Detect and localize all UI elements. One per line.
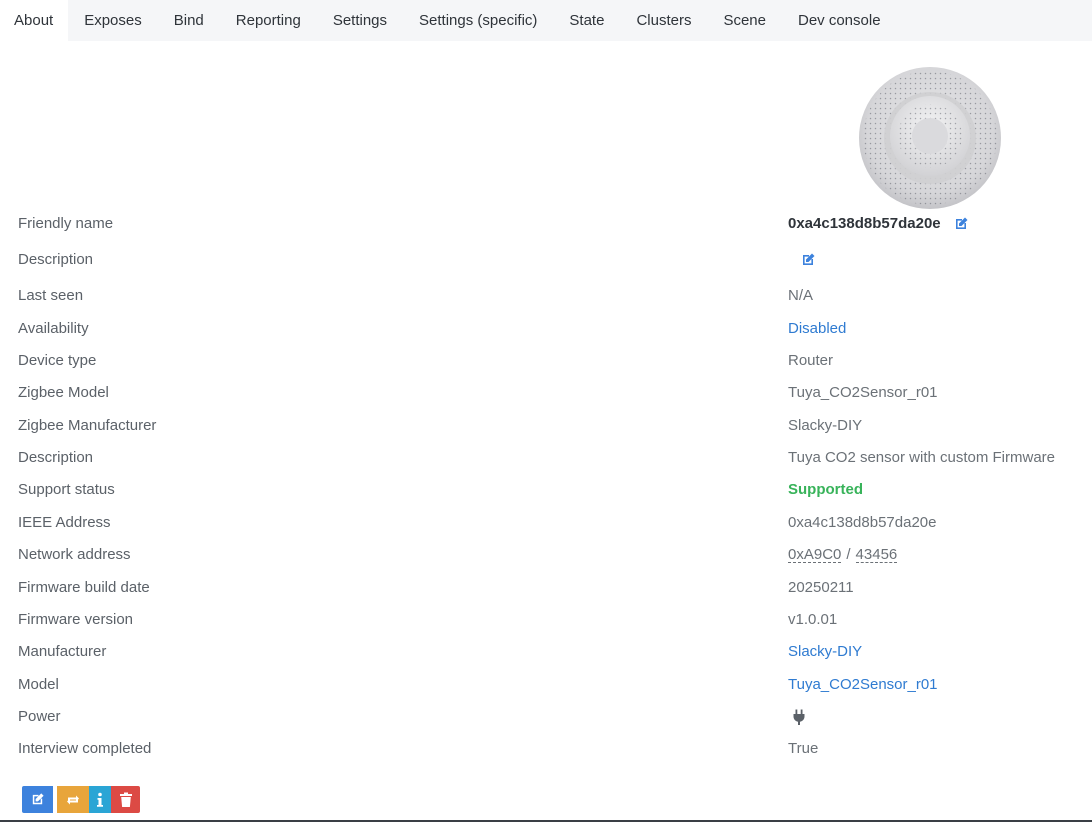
- last-seen-label: Last seen: [18, 287, 84, 304]
- manufacturer-label: Manufacturer: [18, 643, 107, 660]
- description-label: Description: [18, 251, 94, 268]
- device-type-value: Router: [788, 352, 834, 369]
- plug-icon: [790, 708, 808, 726]
- row-zigbee-model: Zigbee Model Tuya_CO2Sensor_r01: [0, 377, 1092, 409]
- zigbee-model-value: Tuya_CO2Sensor_r01: [788, 384, 938, 401]
- device-actions: [22, 786, 140, 813]
- row-manufacturer: Manufacturer Slacky-DIY: [0, 636, 1092, 668]
- info-icon: [97, 792, 103, 807]
- availability-label: Availability: [18, 320, 89, 337]
- interview-completed-value: True: [788, 740, 819, 757]
- edit-icon[interactable]: [953, 216, 969, 232]
- refresh-icon: [67, 795, 79, 804]
- support-status-link[interactable]: Supported: [788, 474, 863, 506]
- row-description: Description: [0, 244, 1092, 276]
- interview-button[interactable]: [57, 786, 89, 813]
- row-network-address: Network address 0xA9C0 / 43456: [0, 539, 1092, 571]
- tab-bind[interactable]: Bind: [158, 0, 220, 41]
- model-label: Model: [18, 676, 59, 693]
- edit-icon: [32, 793, 44, 805]
- row-firmware-version: Firmware version v1.0.01: [0, 604, 1092, 636]
- remove-device-button[interactable]: [111, 786, 140, 813]
- row-availability: Availability Disabled: [0, 313, 1092, 345]
- friendly-name-label: Friendly name: [18, 215, 114, 232]
- edit-icon[interactable]: [800, 252, 816, 268]
- row-description-2: Description Tuya CO2 sensor with custom …: [0, 442, 1092, 474]
- tab-settings[interactable]: Settings: [317, 0, 403, 41]
- tab-exposes[interactable]: Exposes: [68, 0, 158, 41]
- zigbee-manufacturer-label: Zigbee Manufacturer: [18, 417, 157, 434]
- support-status-label: Support status: [18, 481, 115, 498]
- row-device-type: Device type Router: [0, 345, 1092, 377]
- zigbee-manufacturer-value: Slacky-DIY: [788, 417, 863, 434]
- manufacturer-link[interactable]: Slacky-DIY: [788, 636, 862, 668]
- description-value: [788, 244, 816, 276]
- interview-completed-label: Interview completed: [18, 740, 152, 757]
- device-image: [859, 67, 1001, 209]
- ieee-address-label: IEEE Address: [18, 514, 111, 531]
- tab-state[interactable]: State: [553, 0, 620, 41]
- power-value: [788, 701, 808, 733]
- description-2-value: Tuya CO2 sensor with custom Firmware: [788, 449, 1056, 466]
- zigbee-model-label: Zigbee Model: [18, 384, 109, 401]
- tab-dev-console[interactable]: Dev console: [782, 0, 897, 41]
- row-last-seen: Last seen N/A: [0, 280, 1092, 312]
- network-address-value: 0xA9C0 / 43456: [788, 539, 898, 571]
- ieee-address-value: 0xa4c138d8b57da20e: [788, 514, 937, 531]
- row-power: Power: [0, 701, 1092, 733]
- tab-bar: About Exposes Bind Reporting Settings Se…: [0, 0, 1092, 41]
- last-seen-value: N/A: [788, 287, 814, 304]
- model-link[interactable]: Tuya_CO2Sensor_r01: [788, 669, 938, 701]
- row-support-status: Support status Supported: [0, 474, 1092, 506]
- device-info-button[interactable]: [89, 786, 111, 813]
- firmware-version-value: v1.0.01: [788, 611, 838, 628]
- network-address-label: Network address: [18, 546, 131, 563]
- trash-icon: [119, 792, 132, 807]
- friendly-name-text: 0xa4c138d8b57da20e: [788, 215, 941, 232]
- availability-link[interactable]: Disabled: [788, 313, 846, 345]
- description-2-label: Description: [18, 449, 94, 466]
- row-zigbee-manufacturer: Zigbee Manufacturer Slacky-DIY: [0, 410, 1092, 442]
- network-address-hex: 0xA9C0: [788, 546, 842, 563]
- device-type-label: Device type: [18, 352, 97, 369]
- row-friendly-name: Friendly name 0xa4c138d8b57da20e: [0, 208, 1092, 240]
- network-address-dec: 43456: [855, 546, 898, 563]
- power-label: Power: [18, 708, 61, 725]
- row-model: Model Tuya_CO2Sensor_r01: [0, 669, 1092, 701]
- friendly-name-value: 0xa4c138d8b57da20e: [788, 208, 969, 240]
- tab-about[interactable]: About: [0, 0, 69, 41]
- rename-device-button[interactable]: [22, 786, 53, 813]
- network-address-separator: /: [846, 546, 851, 563]
- row-firmware-build-date: Firmware build date 20250211: [0, 572, 1092, 604]
- firmware-build-date-value: 20250211: [788, 579, 854, 596]
- row-interview-completed: Interview completed True: [0, 733, 1092, 765]
- row-ieee-address: IEEE Address 0xa4c138d8b57da20e: [0, 507, 1092, 539]
- firmware-version-label: Firmware version: [18, 611, 134, 628]
- tab-clusters[interactable]: Clusters: [620, 0, 707, 41]
- firmware-build-date-label: Firmware build date: [18, 579, 150, 596]
- tab-scene[interactable]: Scene: [707, 0, 782, 41]
- tab-settings-specific[interactable]: Settings (specific): [403, 0, 553, 41]
- tab-reporting[interactable]: Reporting: [220, 0, 317, 41]
